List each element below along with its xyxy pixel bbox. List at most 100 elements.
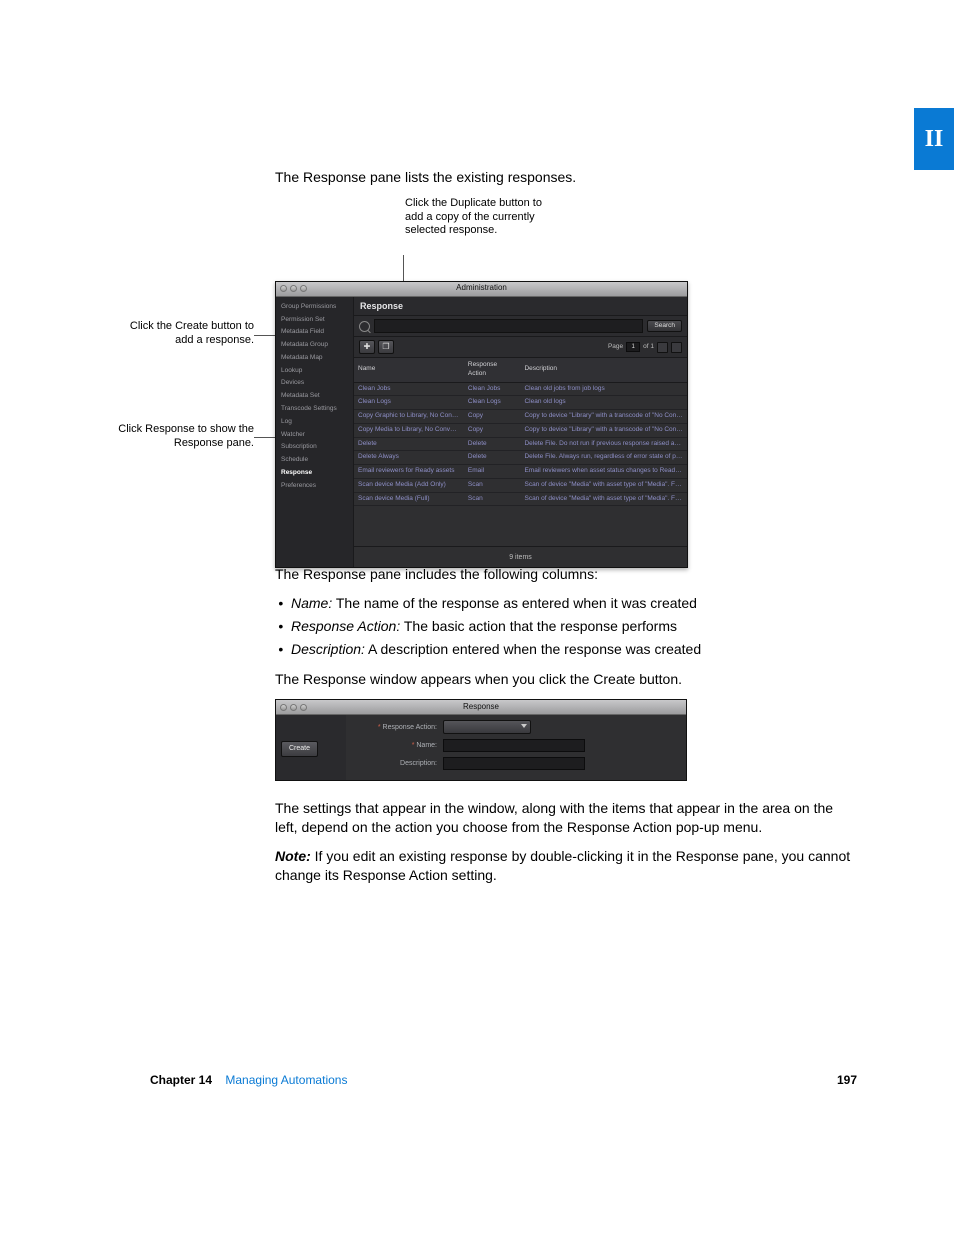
- cell: Copy: [464, 423, 521, 437]
- definition: A description entered when the response …: [365, 641, 701, 657]
- prev-page-button[interactable]: [657, 342, 668, 353]
- sidebar-item[interactable]: Watcher: [280, 429, 349, 442]
- table-row[interactable]: Copy Media to Library, No Convers…CopyCo…: [354, 423, 687, 437]
- cell: Scan: [464, 478, 521, 492]
- sidebar-item[interactable]: Lookup: [280, 365, 349, 378]
- cell: Email: [464, 465, 521, 479]
- cell: Email reviewers when asset status change…: [520, 465, 687, 479]
- description-field[interactable]: [443, 757, 585, 770]
- cell: Delete File. Do not run if previous resp…: [520, 437, 687, 451]
- response-action-label: * Response Action:: [352, 723, 437, 732]
- duplicate-button[interactable]: ❐: [378, 340, 394, 354]
- table-row[interactable]: Email reviewers for Ready assetsEmailEma…: [354, 465, 687, 479]
- table-row[interactable]: Scan device Media (Full)ScanScan of devi…: [354, 492, 687, 506]
- page-number[interactable]: 1: [626, 342, 640, 352]
- sidebar-item[interactable]: Schedule: [280, 454, 349, 467]
- list-item: Response Action: The basic action that t…: [291, 617, 855, 636]
- sidebar-item[interactable]: Group Permissions: [280, 301, 349, 314]
- sidebar-item[interactable]: Metadata Map: [280, 352, 349, 365]
- sidebar-item[interactable]: Metadata Field: [280, 326, 349, 339]
- window-title: Administration: [276, 283, 687, 294]
- create-window-text: The Response window appears when you cli…: [275, 670, 855, 689]
- pager-label: Page: [608, 343, 623, 352]
- list-item: Description: A description entered when …: [291, 640, 855, 659]
- table-row[interactable]: Delete AlwaysDeleteDelete File. Always r…: [354, 451, 687, 465]
- sidebar-item[interactable]: Preferences: [280, 480, 349, 493]
- definition: The name of the response as entered when…: [332, 595, 697, 611]
- search-button[interactable]: Search: [647, 320, 682, 333]
- sidebar-item[interactable]: Permission Set: [280, 314, 349, 327]
- sidebar-item[interactable]: Metadata Set: [280, 390, 349, 403]
- search-input[interactable]: [374, 319, 643, 333]
- list-item: Name: The name of the response as entere…: [291, 594, 855, 613]
- cell: Copy Media to Library, No Convers…: [354, 423, 464, 437]
- cell: Delete: [354, 437, 464, 451]
- table-row[interactable]: DeleteDeleteDelete File. Do not run if p…: [354, 437, 687, 451]
- pager: Page 1 of 1: [608, 342, 682, 353]
- search-icon: [359, 321, 370, 332]
- cell: Delete: [464, 451, 521, 465]
- sidebar-item[interactable]: Subscription: [280, 441, 349, 454]
- term: Name:: [291, 595, 332, 611]
- cell: Copy to device "Library" with a transcod…: [520, 410, 687, 424]
- cell: Delete Always: [354, 451, 464, 465]
- cell: Scan device Media (Full): [354, 492, 464, 506]
- sidebar-item[interactable]: Response: [280, 467, 349, 480]
- create-button[interactable]: ✚: [359, 340, 375, 354]
- column-header[interactable]: Description: [520, 358, 687, 382]
- window-title: Response: [276, 702, 686, 713]
- table-row[interactable]: Clean LogsClean LogsClean old logs: [354, 396, 687, 410]
- titlebar: Administration: [276, 282, 687, 297]
- pane-title: Response: [354, 297, 687, 316]
- note-text: If you edit an existing response by doub…: [275, 848, 850, 883]
- callout-response-pane: Click Response to show the Response pane…: [107, 423, 254, 451]
- page-footer: Chapter 14 Managing Automations 197: [150, 1073, 857, 1087]
- term: Response Action:: [291, 618, 400, 634]
- cell: Scan: [464, 492, 521, 506]
- cell: Clean Logs: [464, 396, 521, 410]
- name-field[interactable]: [443, 739, 585, 752]
- next-page-button[interactable]: [671, 342, 682, 353]
- chapter-title: Managing Automations: [225, 1073, 347, 1087]
- cell: Clean Jobs: [354, 382, 464, 396]
- cell: Clean old logs: [520, 396, 687, 410]
- response-table: NameResponse ActionDescription Clean Job…: [354, 358, 687, 506]
- table-row[interactable]: Scan device Media (Add Only)ScanScan of …: [354, 478, 687, 492]
- settings-paragraph: The settings that appear in the window, …: [275, 799, 855, 837]
- section-tab: II: [914, 108, 954, 170]
- cell: Delete: [464, 437, 521, 451]
- name-label: * Name:: [352, 741, 437, 750]
- cell: Scan device Media (Add Only): [354, 478, 464, 492]
- column-header[interactable]: Name: [354, 358, 464, 382]
- cell: Copy Graphic to Library, No Conver…: [354, 410, 464, 424]
- page-number: 197: [837, 1073, 857, 1087]
- table-row[interactable]: Clean JobsClean JobsClean old jobs from …: [354, 382, 687, 396]
- create-button[interactable]: Create: [281, 741, 318, 756]
- item-count: 9 items: [354, 546, 687, 566]
- admin-sidebar: Group PermissionsPermission SetMetadata …: [276, 297, 354, 567]
- cell: Copy to device "Library" with a transcod…: [520, 423, 687, 437]
- titlebar: Response: [276, 700, 686, 715]
- pager-total: of 1: [643, 343, 654, 352]
- callout-duplicate: Click the Duplicate button to add a copy…: [405, 197, 555, 238]
- columns-list: Name: The name of the response as entere…: [275, 594, 855, 659]
- sidebar-item[interactable]: Metadata Group: [280, 339, 349, 352]
- table-row[interactable]: Copy Graphic to Library, No Conver…CopyC…: [354, 410, 687, 424]
- cell: Clean Jobs: [464, 382, 521, 396]
- term: Description:: [291, 641, 365, 657]
- sidebar-item[interactable]: Log: [280, 416, 349, 429]
- cell: Clean old jobs from job logs: [520, 382, 687, 396]
- note-label: Note:: [275, 848, 311, 864]
- column-header[interactable]: Response Action: [464, 358, 521, 382]
- cell: Delete File. Always run, regardless of e…: [520, 451, 687, 465]
- definition: The basic action that the response perfo…: [400, 618, 677, 634]
- intro-text: The Response pane lists the existing res…: [275, 168, 855, 187]
- sidebar-item[interactable]: Devices: [280, 377, 349, 390]
- response-action-select[interactable]: [443, 720, 531, 734]
- sidebar-item[interactable]: Transcode Settings: [280, 403, 349, 416]
- note-paragraph: Note: If you edit an existing response b…: [275, 847, 855, 885]
- cell: Clean Logs: [354, 396, 464, 410]
- description-label: Description:: [352, 759, 437, 768]
- cell: Scan of device "Media" with asset type o…: [520, 492, 687, 506]
- cell: Scan of device "Media" with asset type o…: [520, 478, 687, 492]
